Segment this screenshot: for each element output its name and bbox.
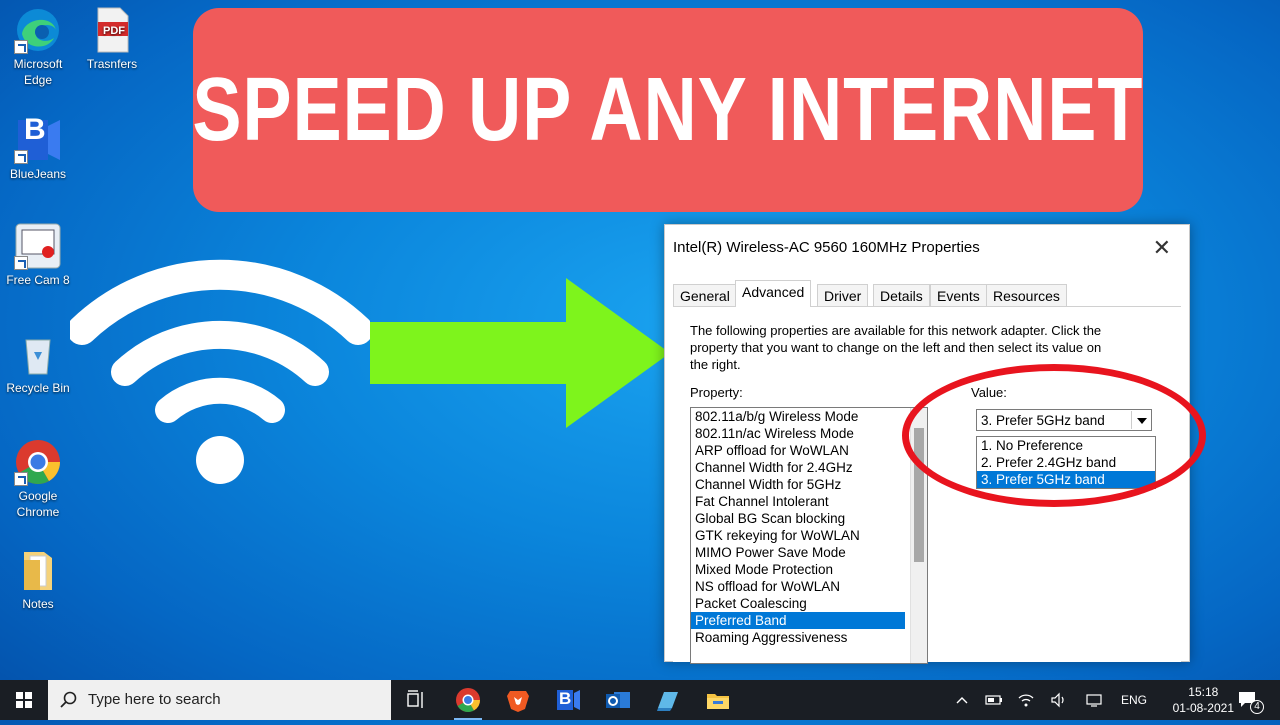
list-item[interactable]: ARP offload for WoWLAN: [691, 442, 905, 459]
desktop-icon-chrome[interactable]: Google Chrome: [0, 438, 76, 520]
list-item[interactable]: GTK rekeying for WoWLAN: [691, 527, 905, 544]
bluejeans-icon: B: [14, 113, 62, 164]
list-item[interactable]: Roaming Aggressiveness: [691, 629, 905, 646]
notes-app-icon[interactable]: [654, 686, 682, 714]
edge-icon: [14, 6, 62, 54]
desktop-icon-notes[interactable]: Notes: [0, 546, 76, 612]
tab-bar: General Advanced Driver Details Events R…: [673, 280, 1179, 307]
tab-advanced[interactable]: Advanced: [735, 280, 812, 307]
tab-resources[interactable]: Resources: [986, 284, 1067, 306]
list-item[interactable]: 802.11a/b/g Wireless Mode: [691, 408, 905, 425]
search-placeholder: Type here to search: [88, 691, 221, 708]
wifi-icon: [70, 259, 370, 484]
search-icon: [60, 691, 77, 708]
desktop-icon-label: Google Chrome: [16, 489, 60, 519]
desktop-icon-label: BlueJeans: [9, 167, 67, 181]
desktop-icon-edge[interactable]: Microsoft Edge: [0, 6, 76, 88]
folder-icon: [14, 546, 62, 594]
outlook-icon[interactable]: [604, 686, 632, 714]
desktop-icon-label: Recycle Bin: [6, 381, 70, 395]
tab-driver[interactable]: Driver: [817, 284, 869, 306]
notification-count: 4: [1250, 700, 1264, 714]
start-button[interactable]: [0, 680, 48, 720]
bluejeans-letter: B: [24, 113, 46, 146]
desktop-icon-label: Trasnfers: [86, 57, 138, 71]
freecam-icon: [14, 222, 62, 270]
close-icon[interactable]: ✕: [1153, 235, 1171, 261]
clock-time: 15:18: [1188, 685, 1219, 699]
bluejeans-letter: B: [559, 689, 572, 708]
list-item[interactable]: Channel Width for 5GHz: [691, 476, 905, 493]
list-item[interactable]: Channel Width for 2.4GHz: [691, 459, 905, 476]
volume-icon[interactable]: [1050, 692, 1068, 708]
property-listbox[interactable]: 802.11a/b/g Wireless Mode 802.11n/ac Wir…: [690, 407, 928, 664]
dialog-title: Intel(R) Wireless-AC 9560 160MHz Propert…: [673, 239, 980, 256]
desktop-icon-transfers[interactable]: PDF Trasnfers: [74, 6, 150, 72]
list-item[interactable]: Packet Coalescing: [691, 595, 905, 612]
chrome-icon: [14, 438, 62, 486]
list-item[interactable]: MIMO Power Save Mode: [691, 544, 905, 561]
clock-date: 01-08-2021: [1172, 701, 1234, 715]
desktop-icon-recycle-bin[interactable]: Recycle Bin: [0, 330, 76, 396]
pdf-badge: PDF: [103, 25, 125, 37]
chrome-icon[interactable]: [454, 686, 482, 714]
pdf-file-icon: PDF: [88, 6, 136, 54]
desktop-icon-label: Free Cam 8: [6, 273, 70, 287]
banner-text: SPEED UP ANY INTERNET: [192, 59, 1144, 160]
clock[interactable]: 15:18 01-08-2021: [1173, 684, 1234, 716]
desktop-icon-freecam[interactable]: Free Cam 8: [0, 222, 76, 288]
tab-details[interactable]: Details: [873, 284, 930, 306]
desktop-icon-label: Microsoft Edge: [13, 57, 63, 87]
tab-general[interactable]: General: [673, 284, 737, 306]
recycle-bin-icon: [14, 330, 62, 378]
list-item-selected[interactable]: Preferred Band: [691, 612, 905, 629]
desktop-icon-label: Notes: [22, 597, 54, 611]
battery-icon[interactable]: [985, 693, 1003, 707]
tab-events[interactable]: Events: [930, 284, 987, 306]
taskbar-search[interactable]: Type here to search: [48, 680, 391, 720]
list-item[interactable]: Global BG Scan blocking: [691, 510, 905, 527]
windows-icon: [16, 692, 32, 708]
arrow-right-icon: [370, 278, 670, 428]
task-view-icon[interactable]: [402, 686, 430, 714]
language-indicator[interactable]: ENG: [1121, 680, 1147, 720]
wifi-tray-icon[interactable]: [1017, 692, 1035, 708]
list-item[interactable]: Fat Channel Intolerant: [691, 493, 905, 510]
desktop-icon-bluejeans[interactable]: B BlueJeans: [0, 113, 76, 182]
chevron-up-icon[interactable]: [955, 694, 969, 706]
list-item[interactable]: NS offload for WoWLAN: [691, 578, 905, 595]
property-label: Property:: [690, 385, 743, 400]
list-item[interactable]: 802.11n/ac Wireless Mode: [691, 425, 905, 442]
title-banner: SPEED UP ANY INTERNET: [193, 8, 1143, 212]
brave-icon[interactable]: [504, 686, 532, 714]
display-icon[interactable]: [1085, 692, 1103, 708]
taskbar: Type here to search B ENG 15:18 01-08-20…: [0, 680, 1280, 720]
file-explorer-icon[interactable]: [704, 686, 732, 714]
highlight-ring: [902, 364, 1206, 507]
bluejeans-icon[interactable]: B: [554, 686, 582, 714]
list-item[interactable]: Mixed Mode Protection: [691, 561, 905, 578]
